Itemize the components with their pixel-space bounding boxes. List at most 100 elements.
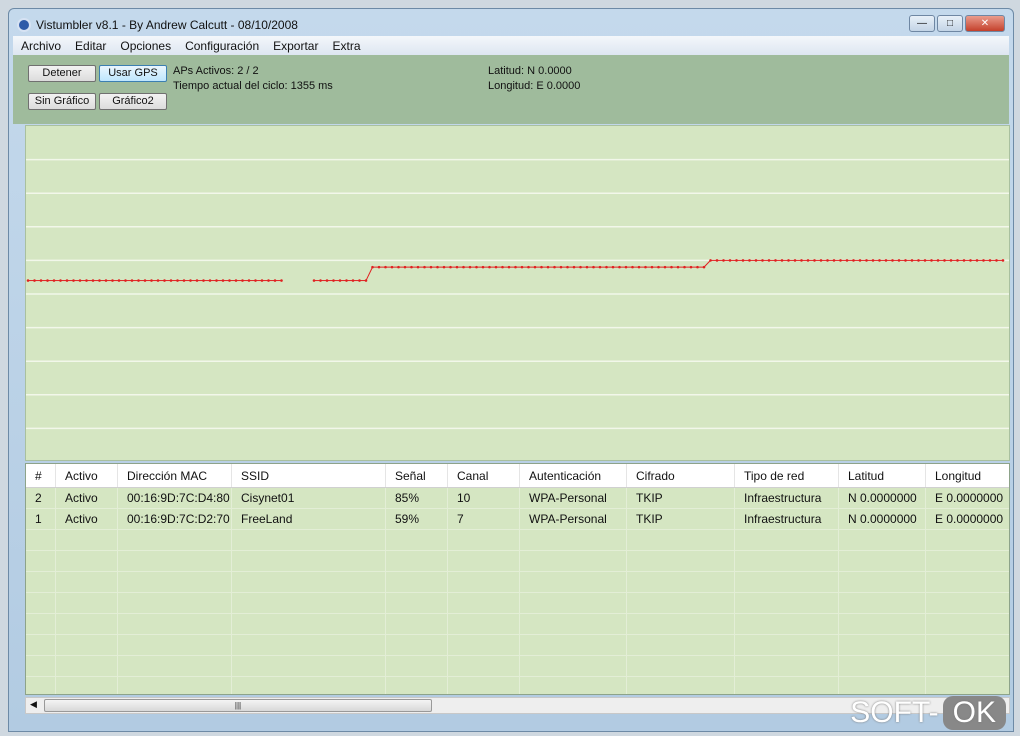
cell [926, 593, 1009, 613]
cell [839, 572, 926, 592]
cell [839, 551, 926, 571]
cell [839, 593, 926, 613]
menu-configuracion[interactable]: Configuración [185, 39, 259, 53]
cell [232, 677, 386, 694]
cell [520, 656, 627, 676]
cell [56, 530, 118, 550]
cell [26, 614, 56, 634]
cell [520, 551, 627, 571]
cell: WPA-Personal [520, 488, 627, 508]
cell: E 0.0000000 [926, 509, 1009, 529]
cell [448, 614, 520, 634]
title-bar: Vistumbler v8.1 - By Andrew Calcutt - 08… [17, 15, 298, 35]
cell [839, 530, 926, 550]
cell [118, 677, 232, 694]
cell: Señal [386, 464, 448, 487]
cell: TKIP [627, 488, 735, 508]
cell [118, 551, 232, 571]
cell [232, 551, 386, 571]
cell [56, 572, 118, 592]
cell: 00:16:9D:7C:D2:70 [118, 509, 232, 529]
cell: Activo [56, 488, 118, 508]
cell [118, 656, 232, 676]
cell [735, 656, 839, 676]
cell: 00:16:9D:7C:D4:80 [118, 488, 232, 508]
cell: 10 [448, 488, 520, 508]
cell [118, 530, 232, 550]
cell [926, 635, 1009, 655]
maximize-button[interactable]: □ [937, 15, 963, 32]
cell [735, 572, 839, 592]
empty-row[interactable] [26, 551, 1009, 572]
empty-row[interactable] [26, 593, 1009, 614]
cell [926, 551, 1009, 571]
cell [520, 677, 627, 694]
scroll-left-icon[interactable]: ◀ [30, 699, 37, 710]
cell: N 0.0000000 [839, 509, 926, 529]
cell: 1 [26, 509, 56, 529]
menu-exportar[interactable]: Exportar [273, 39, 318, 53]
cell [448, 530, 520, 550]
cell [926, 656, 1009, 676]
cell: E 0.0000000 [926, 488, 1009, 508]
watermark: SOFT- OK [850, 696, 1010, 730]
cell [386, 572, 448, 592]
table-row[interactable]: 2 Activo 00:16:9D:7C:D4:80 Cisynet01 85% 10 WP… [26, 488, 1009, 509]
signal-point [1001, 259, 1005, 262]
cell [735, 677, 839, 694]
menu-bar: Archivo Editar Opciones Configuración Ex… [13, 36, 1009, 55]
cell [232, 572, 386, 592]
cell [386, 551, 448, 571]
cell: Cisynet01 [232, 488, 386, 508]
scrollbar-thumb[interactable]: ||| [44, 699, 432, 712]
cell: Infraestructura [735, 509, 839, 529]
cell: 59% [386, 509, 448, 529]
cell [448, 677, 520, 694]
cell [627, 677, 735, 694]
cell [520, 530, 627, 550]
cell [735, 614, 839, 634]
graph2-button[interactable]: Gráfico2 [99, 93, 167, 110]
menu-editar[interactable]: Editar [75, 39, 106, 53]
cell [839, 614, 926, 634]
cell [26, 530, 56, 550]
cell [26, 572, 56, 592]
cell [448, 593, 520, 613]
cell [26, 635, 56, 655]
cell [627, 614, 735, 634]
cell: SSID [232, 464, 386, 487]
empty-row[interactable] [26, 635, 1009, 656]
menu-archivo[interactable]: Archivo [21, 39, 61, 53]
cell: WPA-Personal [520, 509, 627, 529]
close-button[interactable]: ✕ [965, 15, 1005, 32]
menu-extra[interactable]: Extra [332, 39, 360, 53]
menu-opciones[interactable]: Opciones [120, 39, 171, 53]
empty-row[interactable] [26, 530, 1009, 551]
cell [520, 635, 627, 655]
minimize-button[interactable]: — [909, 15, 935, 32]
cell [26, 656, 56, 676]
empty-row[interactable] [26, 656, 1009, 677]
cell [56, 551, 118, 571]
cell [627, 635, 735, 655]
cell [627, 656, 735, 676]
cell [232, 635, 386, 655]
latitude: Latitud: N 0.0000 [488, 65, 572, 77]
cell [386, 635, 448, 655]
signal-line [365, 266, 373, 281]
cell: Dirección MAC [118, 464, 232, 487]
cell: N 0.0000000 [839, 488, 926, 508]
empty-row[interactable] [26, 572, 1009, 593]
empty-row[interactable] [26, 614, 1009, 635]
no-graph-button[interactable]: Sin Gráfico [28, 93, 96, 110]
stop-button[interactable]: Detener [28, 65, 96, 82]
use-gps-button[interactable]: Usar GPS [99, 65, 167, 82]
table-row[interactable]: 1 Activo 00:16:9D:7C:D2:70 FreeLand 59% 7 WPA-… [26, 509, 1009, 530]
cell [926, 572, 1009, 592]
window-title: Vistumbler v8.1 - By Andrew Calcutt - 08… [36, 18, 298, 32]
empty-row[interactable] [26, 677, 1009, 694]
cell [232, 614, 386, 634]
cell [118, 614, 232, 634]
cell: Cifrado [627, 464, 735, 487]
cell [627, 530, 735, 550]
